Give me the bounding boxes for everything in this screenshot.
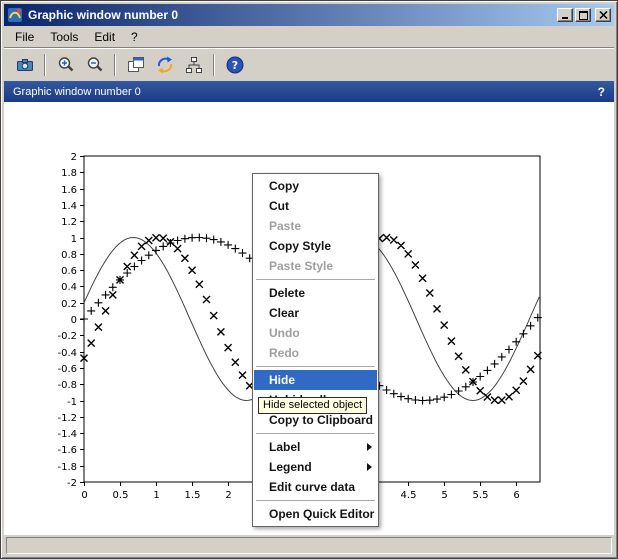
app-icon[interactable]: [7, 7, 23, 23]
ged-icon: [184, 55, 204, 75]
menu-item-paste: Paste: [254, 216, 377, 236]
menu-item-cut[interactable]: Cut: [254, 196, 377, 216]
menubar: File Tools Edit ?: [4, 26, 614, 47]
y-tick-label: -2: [67, 478, 77, 489]
x-tick-label: 0: [81, 490, 87, 501]
x-tick-label: 1.5: [185, 490, 201, 501]
menu-item-paste-style: Paste Style: [254, 256, 377, 276]
y-tick-label: -0.2: [57, 331, 77, 342]
x-tick-label: 6: [513, 490, 519, 501]
copy-figure-icon: [126, 55, 146, 75]
toolbar-button-rotate-axes[interactable]: [151, 51, 178, 78]
toolbar-button-zoom-in[interactable]: [52, 51, 79, 78]
y-tick-label: -0.4: [57, 348, 77, 359]
close-button[interactable]: [595, 8, 611, 22]
y-tick-label: -1: [67, 397, 77, 408]
toolbar-button-copy-figure[interactable]: [122, 51, 149, 78]
menu-item-copy-style[interactable]: Copy Style: [254, 236, 377, 256]
app-window: Graphic window number 0 File Tools Edit …: [0, 0, 618, 559]
toolbar-separator: [114, 54, 116, 76]
menubar-item-tools[interactable]: Tools: [42, 28, 86, 46]
titlebar[interactable]: Graphic window number 0: [4, 4, 614, 26]
y-tick-label: 0.8: [61, 250, 77, 261]
rotate-axes-icon: [155, 55, 175, 75]
x-tick-label: 4.5: [401, 490, 417, 501]
menu-item-label[interactable]: Label: [254, 437, 377, 457]
status-field: [6, 537, 612, 554]
y-tick-label: 1.6: [61, 185, 77, 196]
close-icon: [599, 11, 608, 19]
toolbar-button-help[interactable]: ?: [221, 51, 248, 78]
svg-text:?: ?: [231, 59, 237, 72]
maximize-button[interactable]: [575, 8, 591, 22]
y-tick-label: 1.2: [61, 217, 77, 228]
menubar-item-help[interactable]: ?: [123, 28, 146, 46]
menu-item-clear[interactable]: Clear: [254, 303, 377, 323]
toolbar-separator: [213, 54, 215, 76]
dock-title: Graphic window number 0: [13, 86, 598, 98]
menu-item-redo: Redo: [254, 343, 377, 363]
dock-header: Graphic window number 0 ?: [4, 81, 614, 102]
menubar-item-edit[interactable]: Edit: [86, 28, 123, 46]
y-tick-label: -0.8: [57, 380, 77, 391]
menu-separator: [256, 366, 375, 367]
menu-separator: [256, 433, 375, 434]
y-tick-label: -1.2: [57, 413, 77, 424]
y-tick-label: 1.4: [61, 201, 77, 212]
zoom-out-icon: [85, 55, 105, 75]
menu-item-copy[interactable]: Copy: [254, 176, 377, 196]
y-tick-label: 0.6: [61, 266, 77, 277]
x-tick-label: 0.5: [113, 490, 129, 501]
y-tick-label: 0.2: [61, 299, 77, 310]
minimize-icon: [561, 11, 570, 20]
submenu-arrow-icon: [367, 463, 372, 471]
y-tick-label: 1: [71, 234, 77, 245]
dock-help-button[interactable]: ?: [598, 85, 605, 99]
menu-separator: [256, 500, 375, 501]
export-icon: [15, 55, 35, 75]
toolbar: ?: [4, 47, 614, 81]
x-tick-label: 2: [225, 490, 231, 501]
statusbar: [4, 535, 614, 555]
menu-separator: [256, 279, 375, 280]
menu-item-edit-curve-data[interactable]: Edit curve data: [254, 477, 377, 497]
x-tick-label: 5: [441, 490, 447, 501]
y-tick-label: -1.6: [57, 445, 77, 456]
toolbar-button-graphics-editor[interactable]: [180, 51, 207, 78]
menu-item-delete[interactable]: Delete: [254, 283, 377, 303]
plot-canvas[interactable]: 00.511.522.533.544.555.5621.81.61.41.210…: [4, 102, 614, 535]
menubar-item-file[interactable]: File: [7, 28, 42, 46]
tooltip: Hide selected object: [258, 397, 367, 414]
y-tick-label: -1.8: [57, 462, 77, 473]
y-tick-label: 0.4: [61, 282, 77, 293]
x-tick-label: 1: [153, 490, 159, 501]
toolbar-separator: [44, 54, 46, 76]
menu-item-open-quick-editor[interactable]: Open Quick Editor: [254, 504, 377, 524]
y-tick-label: -1.4: [57, 429, 77, 440]
help-icon: ?: [225, 55, 245, 75]
zoom-in-icon: [56, 55, 76, 75]
y-tick-label: 1.8: [61, 168, 77, 179]
menu-item-hide[interactable]: Hide: [254, 370, 377, 390]
submenu-arrow-icon: [367, 443, 372, 451]
window-title: Graphic window number 0: [28, 8, 555, 22]
y-tick-label: 2: [71, 152, 77, 163]
context-menu: Copy Cut Paste Copy Style Paste Style De…: [252, 173, 379, 527]
toolbar-button-export[interactable]: [11, 51, 38, 78]
menu-item-legend[interactable]: Legend: [254, 457, 377, 477]
y-tick-label: -0.6: [57, 364, 77, 375]
minimize-button[interactable]: [557, 8, 573, 22]
y-tick-label: 0: [71, 315, 77, 326]
toolbar-button-zoom-out[interactable]: [81, 51, 108, 78]
maximize-icon: [579, 11, 588, 20]
menu-item-undo: Undo: [254, 323, 377, 343]
x-tick-label: 5.5: [473, 490, 489, 501]
